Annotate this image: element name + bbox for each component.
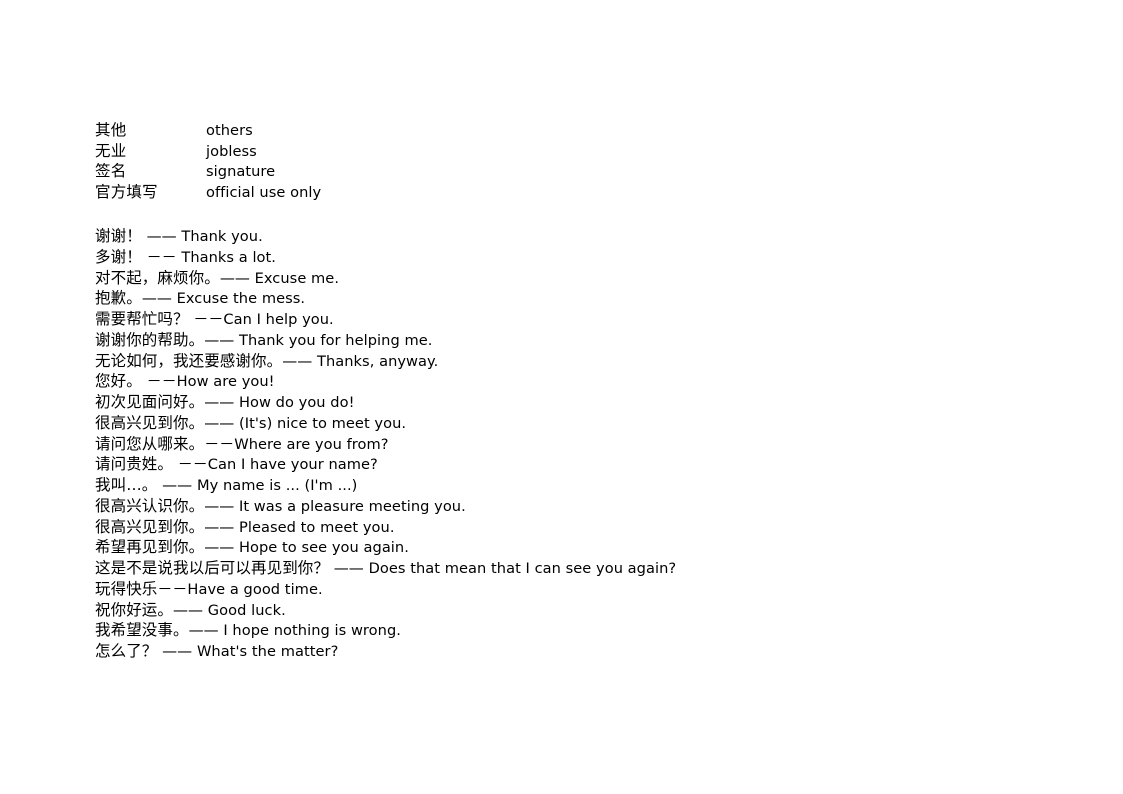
phrase-separator-dash: —— — [329, 559, 369, 577]
glossary-gloss: jobless — [206, 142, 257, 160]
phrase-row: 希望再见到你。—— Hope to see you again. — [95, 537, 676, 558]
phrase-english: Does that mean that I can see you again? — [368, 560, 677, 577]
phrase-row: 无论如何，我还要感谢你。—— Thanks, anyway. — [95, 351, 676, 372]
phrase-separator-dash: －－ — [204, 434, 235, 453]
phrase-row: 多谢！ －－ Thanks a lot. — [95, 247, 676, 268]
phrase-chinese: 很高兴见到你。 — [95, 517, 205, 536]
phrase-list: 谢谢！ —— Thank you. 多谢！ －－ Thanks a lot. 对不起… — [95, 226, 676, 662]
phrase-row: 抱歉。—— Excuse the mess. — [95, 288, 676, 309]
phrase-english: How do you do! — [238, 394, 355, 411]
phrase-separator-dash: —— — [141, 289, 177, 308]
phrase-english: Have a good time. — [187, 580, 323, 598]
phrase-row: 怎么了？ —— What's the matter? — [95, 641, 676, 662]
phrase-english: Good luck. — [207, 601, 286, 619]
phrase-english: Pleased to meet you. — [238, 518, 395, 536]
phrase-row: 我希望没事。—— I hope nothing is wrong. — [95, 620, 676, 641]
phrase-separator-dash: —— — [204, 330, 239, 349]
phrase-separator-dash: —— — [157, 476, 197, 494]
phrase-separator-dash: －－ — [173, 455, 208, 474]
phrase-row: 祝你好运。—— Good luck. — [95, 600, 676, 621]
phrase-row: 需要帮忙吗？ －－Can I help you. — [95, 309, 676, 330]
phrase-row: 请问贵姓。 －－Can I have your name? — [95, 454, 676, 475]
phrase-row: 初次见面问好。—— How do you do! — [95, 392, 676, 413]
phrase-english: Thanks, anyway. — [316, 352, 439, 370]
phrase-chinese: 怎么了？ — [95, 642, 158, 660]
glossary-term: 其他 — [95, 121, 127, 139]
phrase-separator-dash: —— — [204, 538, 239, 557]
phrase-chinese: 需要帮忙吗？ — [95, 310, 189, 328]
phrase-row: 很高兴见到你。—— Pleased to meet you. — [95, 517, 676, 538]
phrase-separator-dash: —— — [204, 496, 239, 515]
phrase-separator-dash: —— — [188, 621, 224, 640]
phrase-chinese: 初次见面问好。 — [95, 393, 205, 411]
phrase-row: 玩得快乐－－Have a good time. — [95, 579, 676, 600]
phrase-english: How are you! — [176, 373, 275, 391]
phrase-separator-dash: －－ — [188, 310, 224, 328]
glossary-gloss: official use only — [206, 183, 322, 201]
phrase-chinese: 请问您从哪来。 — [95, 434, 205, 453]
phrase-chinese: 我叫…。 — [95, 476, 158, 494]
glossary-list: 其他 others 无业 jobless 签名 signature 官方填写 official… — [95, 120, 321, 202]
phrase-english: (It's) nice to meet you. — [238, 414, 407, 432]
phrase-row: 很高兴见到你。—— (It's) nice to meet you. — [95, 413, 676, 434]
phrase-english: I hope nothing is wrong. — [223, 622, 401, 640]
phrase-chinese: 多谢！ — [95, 247, 142, 266]
phrase-chinese: 谢谢你的帮助。 — [95, 330, 205, 349]
phrase-english: Excuse me. — [254, 269, 340, 287]
phrase-english: Thanks a lot. — [181, 248, 276, 266]
phrase-english: Can I have your name? — [207, 456, 378, 474]
phrase-english: My name is ... (I'm ...) — [196, 477, 358, 494]
glossary-row: 其他 others — [95, 120, 321, 141]
phrase-separator-dash: —— — [282, 351, 317, 370]
phrase-chinese: 您好。 — [95, 372, 142, 391]
phrase-english: Hope to see you again. — [238, 539, 409, 557]
phrase-chinese: 很高兴认识你。 — [95, 496, 205, 515]
phrase-english: Can I help you. — [223, 311, 334, 328]
phrase-separator-dash: —— — [219, 268, 255, 287]
glossary-term: 无业 — [95, 141, 127, 160]
phrase-separator-dash: －－ — [141, 247, 182, 266]
phrase-chinese: 谢谢！ — [95, 227, 142, 245]
phrase-separator-dash: —— — [141, 227, 182, 245]
phrase-english: Where are you from? — [234, 435, 389, 453]
phrase-english: Thank you. — [181, 228, 263, 245]
phrase-separator-dash: －－ — [141, 372, 177, 391]
phrase-separator-dash: —— — [204, 393, 239, 411]
phrase-row: 我叫…。 —— My name is ... (I'm ...) — [95, 475, 676, 496]
phrase-chinese: 对不起，麻烦你。 — [95, 268, 220, 287]
phrase-english: Excuse the mess. — [176, 290, 306, 308]
glossary-row: 官方填写 official use only — [95, 182, 321, 203]
phrase-separator-dash: —— — [157, 642, 197, 660]
glossary-term: 签名 — [95, 162, 127, 181]
phrase-chinese: 抱歉。 — [95, 289, 142, 308]
phrase-english: What's the matter? — [196, 643, 339, 660]
phrase-chinese: 请问贵姓。 — [95, 455, 174, 474]
glossary-gloss: signature — [206, 163, 276, 181]
phrase-english: It was a pleasure meeting you. — [238, 497, 466, 515]
phrase-chinese: 无论如何，我还要感谢你。 — [95, 351, 283, 370]
phrase-separator-dash: —— — [204, 413, 239, 432]
phrase-chinese: 我希望没事。 — [95, 621, 189, 640]
phrase-separator-dash: —— — [204, 517, 239, 536]
phrase-row: 您好。 －－How are you! — [95, 371, 676, 392]
phrase-chinese: 祝你好运。 — [95, 600, 174, 619]
phrase-chinese: 这是不是说我以后可以再见到你？ — [95, 559, 330, 577]
glossary-term: 官方填写 — [95, 182, 158, 201]
glossary-row: 签名 signature — [95, 161, 321, 182]
phrase-separator-dash: —— — [173, 600, 208, 619]
phrase-chinese: 希望再见到你。 — [95, 538, 205, 557]
phrase-row: 谢谢！ —— Thank you. — [95, 226, 676, 247]
phrase-row: 请问您从哪来。－－Where are you from? — [95, 434, 676, 455]
phrase-chinese: 玩得快乐 — [95, 579, 158, 598]
phrase-row: 谢谢你的帮助。—— Thank you for helping me. — [95, 330, 676, 351]
phrase-row: 这是不是说我以后可以再见到你？ —— Does that mean that I… — [95, 558, 676, 579]
phrase-row: 很高兴认识你。—— It was a pleasure meeting you. — [95, 496, 676, 517]
document-page: 其他 others 无业 jobless 签名 signature 官方填写 official… — [0, 0, 1123, 794]
phrase-separator-dash: －－ — [157, 579, 188, 598]
phrase-row: 对不起，麻烦你。—— Excuse me. — [95, 268, 676, 289]
glossary-gloss: others — [206, 122, 253, 139]
glossary-row: 无业 jobless — [95, 141, 321, 162]
phrase-chinese: 很高兴见到你。 — [95, 413, 205, 432]
phrase-english: Thank you for helping me. — [238, 331, 433, 349]
